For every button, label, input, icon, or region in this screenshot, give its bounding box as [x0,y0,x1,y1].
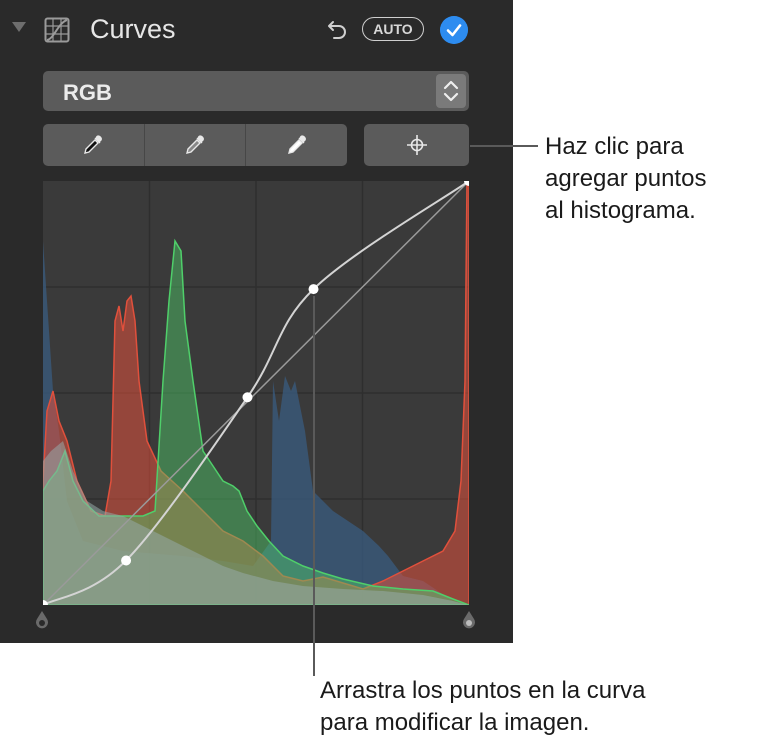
eyedropper-icon [287,135,306,154]
callout-leader-line [470,145,538,147]
black-point-handle[interactable] [34,610,50,630]
callout-line: para modificar la imagen. [320,709,590,736]
callout-drag-points: Arrastra los puntos en la curva para mod… [320,675,646,739]
add-points-button[interactable] [364,124,469,166]
enable-checkmark-icon[interactable] [440,16,468,44]
curves-panel: Curves AUTO RGB [0,0,513,643]
callout-line: Arrastra los puntos en la curva [320,677,646,704]
white-point-handle[interactable] [461,610,477,630]
channel-select-stepper[interactable] [436,74,466,108]
callout-leader-line [313,296,315,676]
curve-control-point[interactable] [308,284,319,295]
curve-control-point[interactable] [121,555,132,566]
eyedropper-icon [186,135,204,154]
disclosure-triangle-icon[interactable] [12,22,26,32]
channel-select[interactable]: RGB [43,71,469,111]
eyedropper-icon [84,135,103,154]
auto-button[interactable]: AUTO [362,17,424,41]
black-point-eyedropper-button[interactable] [43,124,145,166]
curves-graph[interactable] [43,181,469,605]
callout-add-points: Haz clic para agregar puntos al histogra… [545,131,706,227]
chevron-up-down-icon [443,80,459,102]
crosshair-icon [406,135,427,155]
panel-title: Curves [90,14,176,44]
callout-line: agregar puntos [545,165,707,192]
eyedropper-group [43,124,347,166]
channel-select-value: RGB [63,80,112,105]
curves-icon [44,17,70,43]
curve-control-point[interactable] [242,392,253,403]
revert-icon[interactable] [326,17,350,41]
callout-line: Haz clic para [545,133,684,160]
callout-line: al histograma. [545,197,696,224]
white-point-eyedropper-button[interactable] [246,124,347,166]
gray-point-eyedropper-button[interactable] [145,124,247,166]
